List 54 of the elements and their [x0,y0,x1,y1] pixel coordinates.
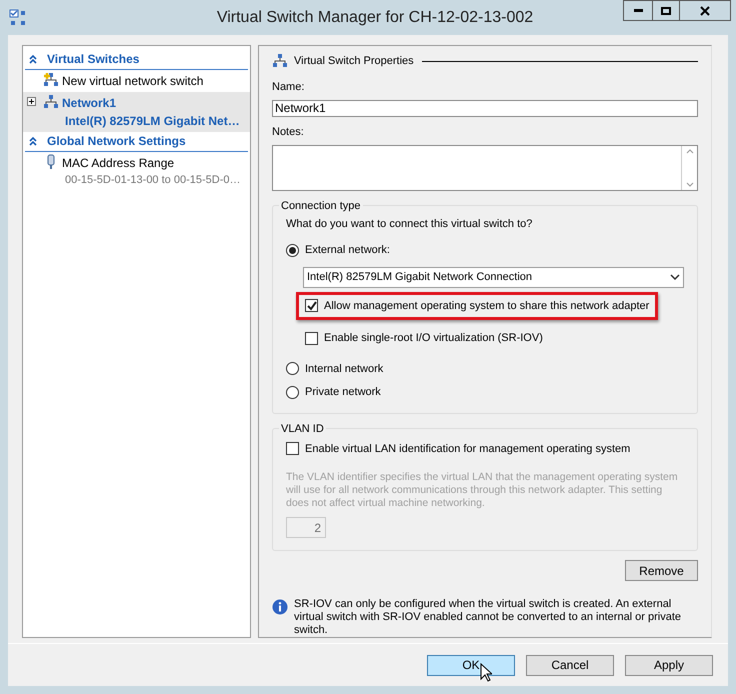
checkbox[interactable] [305,299,318,312]
section-header[interactable]: Virtual Switches [25,50,248,70]
radio-button[interactable] [286,386,299,399]
mouse-pointer-icon [480,662,492,682]
window-title: Virtual Switch Manager for CH-12-02-13-002 [216,8,534,28]
scroll-up-icon [686,148,694,154]
item-detail: 00-15-5D-01-13-00 to 00-15-5D-0… [65,173,240,188]
minimize-button[interactable] [623,0,652,21]
navigation-item[interactable]: New virtual network switch [23,70,250,92]
dropdown-value: Intel(R) 82579LM Gigabit Network Connection [307,270,532,285]
info-text: SR-IOV can only be configured when the virtual switch is created. An external virtual switch with SR-IOV enabled cannot be converted to an internal or private switch. [294,598,682,637]
adapter-icon [46,154,56,170]
radio-button[interactable] [286,362,299,376]
collapse-icon [28,136,38,146]
item-detail: Intel(R) 82579LM Gigabit Net… [65,113,240,130]
section-header[interactable]: Global Network Settings [25,132,248,152]
maximize-button[interactable] [652,0,679,21]
chevron-down-icon [670,274,680,280]
expand-toggle[interactable] [27,97,36,106]
navigation-item[interactable]: MAC Address Range 00-15-5D-01-13-00 to 00-15-5D-0… [23,152,250,190]
dialog-button[interactable]: Cancel [526,654,614,676]
checkbox[interactable] [305,332,318,345]
dialog-button[interactable]: Apply [625,654,713,676]
checkmark-icon [306,300,316,311]
app-icon [9,8,27,26]
item-label: MAC Address Range [62,155,176,172]
question-text: What do you want to connect this virtual switch to? [286,216,534,232]
name-field[interactable]: Network1 [272,100,698,117]
vlan-description: The VLAN identifier specifies the virtual LAN that the management operating system will use for all network communications through this network adapter. This setting does not affect virtual machine networking. [286,471,679,510]
notes-field[interactable] [272,145,698,190]
close-button[interactable] [679,0,731,21]
close-icon [700,6,710,16]
radio-option[interactable]: Private network [286,384,684,400]
section-title: Global Network Settings [47,133,186,150]
checkbox-option[interactable]: Enable single-root I/O virtualization (SR-IOV) [296,324,552,352]
radio-button[interactable] [286,244,299,257]
checkbox-option[interactable]: Allow management operating system to share this network adapter [296,292,658,320]
remove-button[interactable]: Remove [625,560,698,581]
navigation-item[interactable]: Network1 Intel(R) 82579LM Gigabit Net… [23,92,250,132]
field-label: Notes: [272,124,305,140]
network-icon [43,94,59,110]
radio-option[interactable]: Internal network [286,360,684,377]
collapse-icon [28,54,38,64]
network-icon [272,53,288,70]
section-title: Virtual Switches [47,51,140,68]
item-label: New virtual network switch [62,73,204,90]
panel-title: Virtual Switch Properties [294,54,414,69]
item-label: Network1 [62,95,118,112]
adapter-dropdown[interactable]: Intel(R) 82579LM Gigabit Network Connection [303,266,684,288]
scroll-down-icon [686,182,694,188]
field-label: Name: [272,80,306,94]
add-network-icon [43,72,59,88]
radio-option[interactable]: External network: [286,242,684,258]
info-icon [272,599,288,615]
